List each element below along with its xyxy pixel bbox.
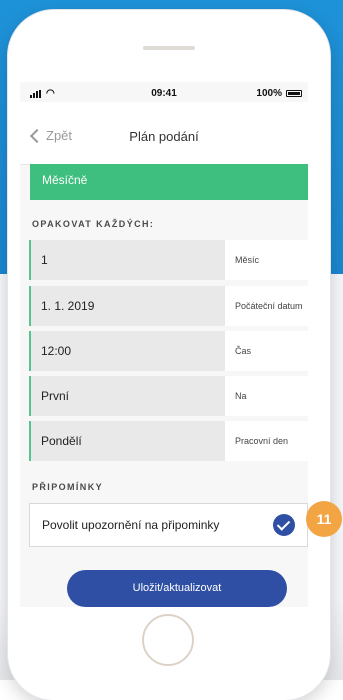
field-row-interval[interactable]: 1 Měsíc — [29, 240, 308, 280]
nav-bar: Zpět Plán podání — [20, 102, 308, 165]
reminder-toggle-row[interactable]: Povolit upozornění na připominky — [29, 503, 308, 547]
status-bar: ◠ 09:41 100% — [20, 82, 308, 102]
phone-frame: ◠ 09:41 100% Zpět Plán podání Měsíčně OP… — [8, 10, 330, 700]
field-row-start-date[interactable]: 1. 1. 2019 Počáteční datum — [29, 286, 308, 326]
time-label: Čas — [235, 346, 252, 356]
on-label: Na — [235, 391, 247, 401]
reminder-toggle-label: Povolit upozornění na připominky — [42, 518, 220, 532]
checkmark-icon — [276, 517, 291, 531]
home-button[interactable] — [142, 614, 194, 666]
field-row-weekday[interactable]: Pondělí Pracovní den — [29, 421, 308, 461]
step-badge: 11 — [306, 501, 342, 537]
repeat-section-label: OPAKOVAT KAŽDÝCH: — [32, 219, 155, 229]
frequency-option-selected[interactable]: Měsíčně — [30, 164, 308, 200]
weekday-value: Pondělí — [29, 421, 225, 461]
interval-label: Měsíc — [235, 255, 260, 265]
save-update-button[interactable]: Uložit/aktualizovat — [67, 570, 287, 607]
battery-percent: 100% — [256, 88, 282, 99]
field-row-on[interactable]: První Na — [29, 376, 308, 416]
phone-speaker — [143, 46, 195, 50]
page-title: Plán podání — [129, 129, 199, 144]
field-row-time[interactable]: 12:00 Čas — [29, 331, 308, 371]
phone-screen: ◠ 09:41 100% Zpět Plán podání Měsíčně OP… — [20, 82, 308, 607]
weekday-label: Pracovní den — [235, 436, 289, 446]
battery-icon — [286, 90, 302, 97]
on-value: První — [29, 376, 225, 416]
time-value: 12:00 — [29, 331, 225, 371]
start-date-value: 1. 1. 2019 — [29, 286, 225, 326]
interval-value: 1 — [29, 240, 225, 280]
start-date-label: Počáteční datum — [235, 301, 303, 311]
reminder-checkbox[interactable] — [273, 514, 295, 536]
reminders-section-label: PŘIPOMÍNKY — [32, 482, 104, 492]
